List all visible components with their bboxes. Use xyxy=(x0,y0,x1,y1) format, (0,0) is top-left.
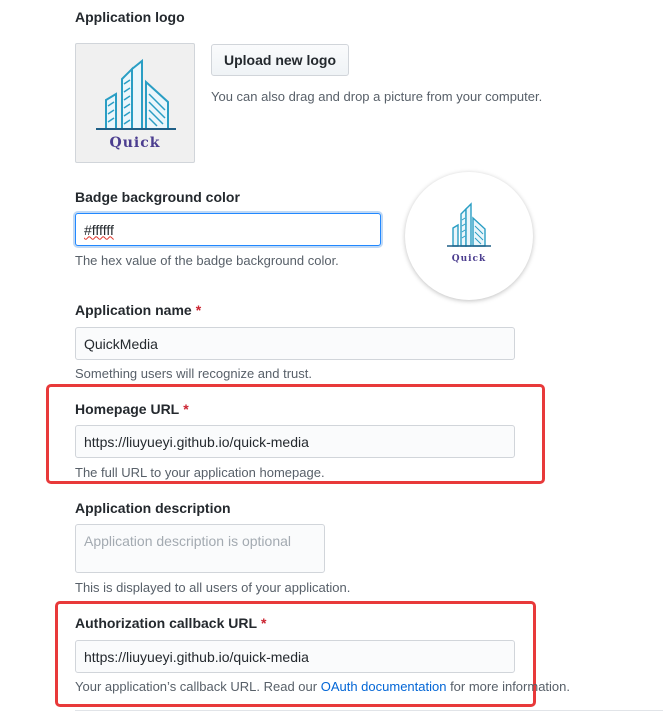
description-textarea[interactable]: Application description is optional xyxy=(75,524,325,573)
description-label: Application description xyxy=(75,500,231,516)
description-note: This is displayed to all users of your a… xyxy=(75,580,351,595)
app-name-note: Something users will recognize and trust… xyxy=(75,366,313,381)
required-mark: * xyxy=(183,401,189,417)
callback-note: Your application’s callback URL. Read ou… xyxy=(75,679,570,694)
app-name-label-text: Application name xyxy=(75,302,192,318)
badge-color-label: Badge background color xyxy=(75,189,240,205)
homepage-label: Homepage URL * xyxy=(75,401,189,417)
app-name-value: QuickMedia xyxy=(84,335,158,352)
app-name-label: Application name * xyxy=(75,302,201,318)
homepage-url-value: https://liuyueyi.github.io/quick-media xyxy=(84,433,309,450)
badge-color-input[interactable]: #ffffff xyxy=(75,213,381,246)
app-name-input[interactable]: QuickMedia xyxy=(75,327,515,360)
callback-url-input[interactable]: https://liuyueyi.github.io/quick-media xyxy=(75,640,515,673)
homepage-label-text: Homepage URL xyxy=(75,401,180,417)
badge-color-note: The hex value of the badge background co… xyxy=(75,253,339,268)
description-placeholder: Application description is optional xyxy=(84,533,292,549)
badge-wordmark: Quick xyxy=(451,254,487,264)
badge-color-value: #ffffff xyxy=(84,221,114,238)
homepage-note: The full URL to your application homepag… xyxy=(75,465,325,480)
required-mark: * xyxy=(261,615,267,631)
badge-preview: Quick xyxy=(405,172,533,300)
callback-label-text: Authorization callback URL xyxy=(75,615,258,631)
callback-note-prefix: Your application’s callback URL. Read ou… xyxy=(75,679,321,694)
drag-drop-hint: You can also drag and drop a picture fro… xyxy=(211,89,543,104)
section-divider xyxy=(75,710,663,711)
badge-building-icon xyxy=(447,202,491,247)
oauth-documentation-link[interactable]: OAuth documentation xyxy=(321,679,447,694)
logo-section-label: Application logo xyxy=(75,9,185,25)
callback-url-value: https://liuyueyi.github.io/quick-media xyxy=(84,648,309,665)
required-mark: * xyxy=(195,302,202,318)
upload-logo-button[interactable]: Upload new logo xyxy=(211,44,349,76)
callback-label: Authorization callback URL * xyxy=(75,615,266,631)
callback-note-suffix: for more information. xyxy=(446,679,570,694)
logo-wordmark: Quick xyxy=(109,135,161,151)
homepage-url-input[interactable]: https://liuyueyi.github.io/quick-media xyxy=(75,425,515,458)
